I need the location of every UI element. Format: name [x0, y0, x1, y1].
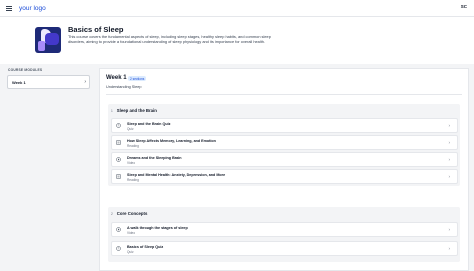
- chevron-right-icon: ›: [448, 123, 451, 128]
- lesson-item[interactable]: ? Sleep and the Brain Quiz Quiz ›: [111, 118, 458, 133]
- course-title: Basics of Sleep: [68, 25, 124, 34]
- top-bar: your logo SC: [0, 0, 474, 17]
- sidebar-heading: COURSE MODULES: [8, 68, 43, 72]
- sections-count-badge: 2 sections: [128, 76, 147, 81]
- section-number: 2: [111, 211, 113, 216]
- menu-icon[interactable]: [6, 5, 12, 11]
- lesson-type: Video: [127, 231, 136, 235]
- course-description: This course covers the fundamental aspec…: [68, 34, 271, 44]
- section-title: Sleep and the Brain: [116, 108, 157, 113]
- lesson-title: How Sleep Affects Memory, Learning, and …: [127, 139, 216, 143]
- lesson-item[interactable]: A walk through the stages of sleep Video…: [111, 222, 458, 237]
- module-content: Week 1 2 sections Understanding Sleep 1 …: [99, 68, 469, 271]
- video-icon: [116, 227, 121, 232]
- chevron-right-icon: ›: [448, 246, 451, 251]
- lesson-title: Sleep and the Brain Quiz: [127, 122, 171, 126]
- week-title: Week 1: [106, 75, 127, 81]
- reading-icon: [116, 140, 121, 145]
- lesson-title: A walk through the stages of sleep: [127, 226, 188, 230]
- lesson-item[interactable]: Dreams and the Sleeping Brain Video ›: [111, 152, 458, 167]
- video-icon: [116, 157, 121, 162]
- lesson-item[interactable]: ? Basics of Sleep Quiz Quiz ›: [111, 241, 458, 256]
- lesson-type: Reading: [127, 144, 139, 148]
- quiz-icon: ?: [116, 123, 121, 128]
- quiz-icon: ?: [116, 246, 121, 251]
- sidebar-item-week-1[interactable]: Week 1 ›: [7, 75, 90, 89]
- reading-icon: [116, 174, 121, 179]
- lesson-item[interactable]: Sleep and Mental Health: Anxiety, Depres…: [111, 169, 458, 184]
- svg-text:?: ?: [118, 247, 120, 251]
- chevron-right-icon: ›: [448, 227, 451, 232]
- lesson-type: Reading: [127, 178, 139, 182]
- divider: [106, 94, 462, 95]
- user-avatar[interactable]: SC: [461, 4, 467, 9]
- section-sleep-and-the-brain: 1 Sleep and the Brain ? Sleep and the Br…: [108, 104, 460, 186]
- lesson-item[interactable]: How Sleep Affects Memory, Learning, and …: [111, 135, 458, 150]
- svg-text:?: ?: [118, 124, 120, 128]
- section-title: Core Concepts: [116, 211, 148, 216]
- chevron-right-icon: ›: [84, 79, 86, 85]
- sidebar-item-label: Week 1: [12, 79, 26, 85]
- lesson-type: Quiz: [127, 127, 134, 131]
- course-cover-image: [35, 27, 61, 53]
- lesson-type: Quiz: [127, 250, 134, 254]
- chevron-right-icon: ›: [448, 140, 451, 145]
- section-number: 1: [111, 108, 113, 113]
- section-core-concepts: 2 Core Concepts A walk through the stage…: [108, 207, 460, 262]
- lesson-type: Video: [127, 161, 136, 165]
- course-header: Basics of Sleep This course covers the f…: [0, 17, 474, 64]
- logo[interactable]: your logo: [19, 5, 46, 12]
- lesson-title: Sleep and Mental Health: Anxiety, Depres…: [127, 173, 226, 177]
- chevron-right-icon: ›: [448, 174, 451, 179]
- week-subtitle: Understanding Sleep: [106, 85, 142, 89]
- lesson-title: Dreams and the Sleeping Brain: [127, 156, 182, 160]
- lesson-title: Basics of Sleep Quiz: [127, 245, 164, 249]
- chevron-right-icon: ›: [448, 157, 451, 162]
